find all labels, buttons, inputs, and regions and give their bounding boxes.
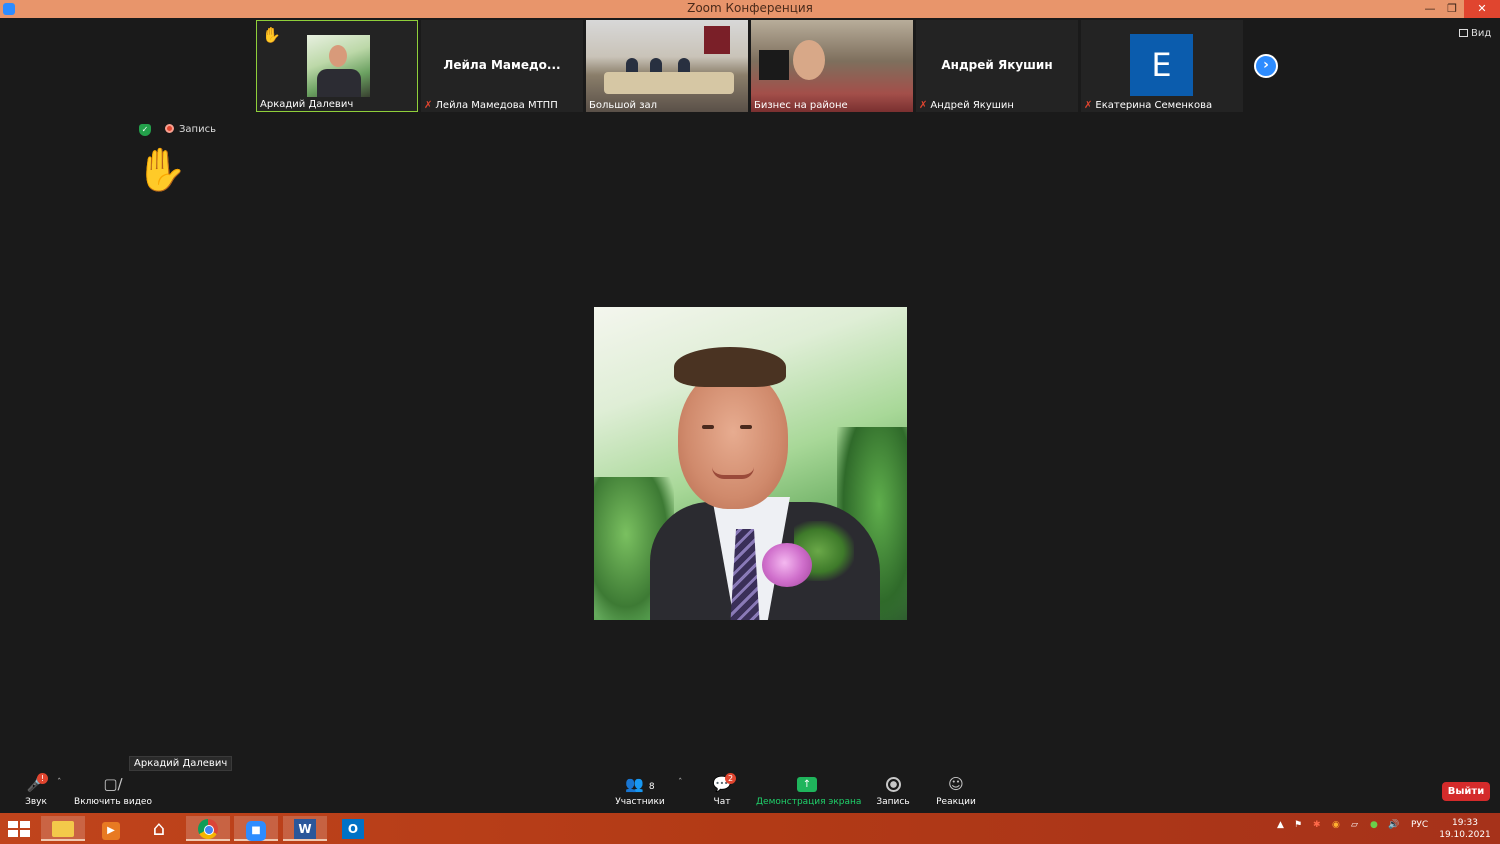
profile-photo [307,35,370,97]
thumbnail-andrey[interactable]: Андрей Якушин ✗ Андрей Якушин [916,20,1078,112]
audio-label: Звук [25,797,47,807]
active-speaker-photo [594,307,907,620]
view-button[interactable]: Вид [1459,28,1491,39]
reactions-icon: ☺ [948,775,964,793]
volume-icon[interactable]: 🔊 [1388,820,1399,830]
record-icon [885,777,901,792]
minimize-button[interactable]: — [1419,0,1441,18]
mic-muted-icon: ✗ [1084,100,1093,111]
video-label: Включить видео [74,797,152,807]
chrome-icon[interactable] [186,816,230,841]
reactions-label: Реакции [936,797,976,807]
word-icon[interactable]: W [283,816,327,841]
audio-alert-badge: ! [37,773,48,784]
file-explorer-icon[interactable] [41,816,85,841]
participants-icon: 👥 8 [625,775,655,793]
flag-icon[interactable]: ⚑ [1294,820,1302,830]
raised-hand-icon: ✋ [135,145,188,194]
participants-button[interactable]: 👥 8 Участники [613,774,667,807]
clock-date: 19.10.2021 [1439,830,1491,840]
record-label: Запись [876,797,910,807]
zoom-taskbar-icon[interactable]: ■ [234,816,278,841]
recording-label: Запись [179,124,216,135]
letter-avatar: E [1130,34,1193,96]
thumbnail-label: Аркадий Далевич [260,99,354,110]
share-screen-icon: ↑ [797,777,817,792]
clock-time: 19:33 [1452,818,1478,828]
tray-expand-icon[interactable]: ▲ [1277,820,1284,830]
mic-muted-icon: ✗ [424,100,433,111]
next-page-arrow-icon[interactable]: › [1254,54,1278,78]
participant-display-name: Лейла Мамедо... [443,58,561,72]
video-off-icon: ▢∕ [103,775,123,793]
chat-label: Чат [713,797,731,807]
security-icon[interactable]: ● [1370,820,1378,830]
thumbnail-label-row: ✗ Андрей Якушин [919,100,1014,111]
record-button[interactable]: Запись [874,774,912,807]
participants-label: Участники [615,797,665,807]
participants-count: 8 [648,782,655,792]
thumbnail-big-hall[interactable]: Большой зал [586,20,748,112]
thumbnail-business[interactable]: Бизнес на районе [751,20,913,112]
window-title: Zoom Конференция [687,1,813,15]
room-video-feed [586,20,748,112]
mic-muted-icon: ✗ [919,100,928,111]
recording-dot-icon [165,124,174,133]
participant-display-name: Андрей Якушин [941,58,1053,72]
start-video-button[interactable]: ▢∕ Включить видео [74,774,152,807]
restore-button[interactable]: ❐ [1441,0,1463,18]
thumbnail-label: Бизнес на районе [754,100,848,111]
home-icon[interactable]: ⌂ [137,816,181,841]
thumbnail-label-row: ✗ Екатерина Семенкова [1084,100,1212,111]
zoom-window: Zoom Конференция — ❐ ✕ ✋ Аркадий Далевич… [0,0,1500,844]
participants-options-caret-icon[interactable]: ˆ [678,778,683,788]
antivirus-icon[interactable]: ✱ [1313,820,1321,830]
share-screen-button[interactable]: ↑ Демонстрация экрана [756,774,862,807]
chat-unread-badge: 2 [725,773,736,784]
title-bar: Zoom Конференция — ❐ ✕ [0,0,1500,18]
system-clock[interactable]: 19:33 19.10.2021 [1436,817,1494,841]
grid-icon [1459,29,1468,37]
leave-meeting-button[interactable]: Выйти [1442,782,1490,801]
view-label: Вид [1471,28,1492,39]
language-indicator[interactable]: РУС [1411,820,1428,830]
thumbnail-label: Андрей Якушин [930,100,1014,111]
raised-hand-icon: ✋ [262,26,281,44]
person-video-feed [751,20,913,112]
thumbnail-arkadiy[interactable]: ✋ Аркадий Далевич [256,20,418,112]
thumbnail-label-row: ✗ Лейла Мамедова МТПП [424,100,558,111]
windows-start-icon[interactable] [8,821,30,837]
share-label: Демонстрация экрана [756,797,862,807]
audio-options-caret-icon[interactable]: ˆ [57,778,62,788]
speaker-name-tag: Аркадий Далевич [129,756,233,771]
outlook-icon[interactable]: O [331,816,375,841]
network-icon[interactable]: ▱ [1351,820,1358,830]
recording-indicator[interactable]: Запись [165,124,216,135]
reactions-button[interactable]: ☺ Реакции [934,774,978,807]
update-icon[interactable]: ◉ [1332,820,1340,830]
media-player-icon[interactable]: ▶ [89,816,133,841]
thumbnail-label: Лейла Мамедова МТПП [435,100,558,111]
thumbnail-ekaterina[interactable]: E ✗ Екатерина Семенкова [1081,20,1243,112]
thumbnail-label: Екатерина Семенкова [1095,100,1213,111]
thumbnail-label: Большой зал [589,100,658,111]
windows-taskbar: ▶ ⌂ ■ W O [0,813,1500,844]
shield-icon[interactable]: ✓ [139,124,151,136]
thumbnail-leyla[interactable]: Лейла Мамедо... ✗ Лейла Мамедова МТПП [421,20,583,112]
close-window-button[interactable]: ✕ [1464,0,1500,18]
